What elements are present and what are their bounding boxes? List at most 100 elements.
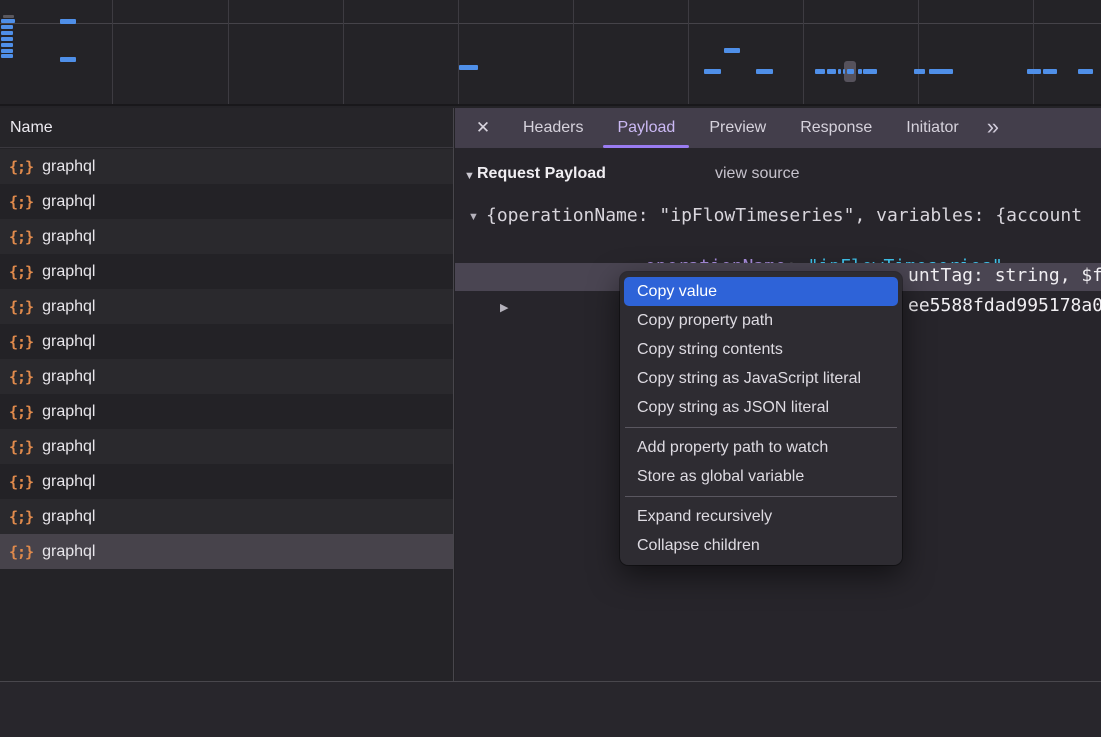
overview-request-bar	[929, 69, 953, 74]
overview-request-bar	[1, 25, 13, 29]
collapsed-triangle-icon[interactable]: ▶	[500, 301, 508, 314]
tab-preview[interactable]: Preview	[709, 108, 766, 148]
menu-separator	[625, 427, 897, 428]
fetch-json-icon: {;}	[9, 473, 33, 491]
overview-request-bar	[60, 57, 76, 62]
overview-request-bar	[60, 19, 76, 24]
menu-item-copy-property-path[interactable]: Copy property path	[624, 306, 898, 335]
request-name: graphql	[42, 228, 95, 246]
menu-item-copy-value[interactable]: Copy value	[624, 277, 898, 306]
request-row[interactable]: {;} graphql	[0, 149, 453, 184]
menu-item-copy-string-as-json-literal[interactable]: Copy string as JSON literal	[624, 393, 898, 422]
menu-item-collapse-children[interactable]: Collapse children	[624, 531, 898, 560]
request-name: graphql	[42, 368, 95, 386]
request-name: graphql	[42, 508, 95, 526]
menu-item-store-as-global-variable[interactable]: Store as global variable	[624, 462, 898, 491]
overview-vertical-gridline	[228, 0, 229, 104]
tree-row-root[interactable]: ▼ {operationName: "ipFlowTimeseries", va…	[455, 202, 1101, 232]
overview-vertical-gridline	[918, 0, 919, 104]
context-menu: Copy valueCopy property pathCopy string …	[620, 272, 902, 565]
overview-request-bar	[1, 49, 13, 53]
fetch-json-icon: {;}	[9, 158, 33, 176]
request-name: graphql	[42, 543, 95, 561]
request-row[interactable]: {;}graphql	[0, 324, 453, 359]
overview-horizontal-gridline	[0, 23, 1101, 24]
overview-request-bar	[1043, 69, 1057, 74]
request-row[interactable]: {;} graphql	[0, 464, 453, 499]
detail-tab-bar: ✕ Headers Payload Preview Response Initiator…	[455, 108, 1101, 148]
overview-vertical-gridline	[688, 0, 689, 104]
menu-item-copy-string-contents[interactable]: Copy string contents	[624, 335, 898, 364]
overview-request-bar	[843, 69, 845, 74]
overview-vertical-gridline	[112, 0, 113, 104]
request-name: graphql	[42, 263, 95, 281]
request-row[interactable]: {;} graphql	[0, 429, 453, 464]
request-row[interactable]: {;}graphql	[0, 219, 453, 254]
view-source-link[interactable]: view source	[715, 165, 799, 183]
request-name: graphql	[42, 438, 95, 456]
overview-request-bar	[1078, 69, 1093, 74]
overview-request-bar	[1027, 69, 1041, 74]
root-object-preview: {operationName: "ipFlowTimeseries", vari…	[486, 205, 1082, 226]
request-list: {;} graphql {;} graphql {;} graphql {;} graphql…	[0, 149, 453, 737]
request-row[interactable]: {;} graphql	[0, 289, 453, 324]
overview-request-bar	[724, 48, 740, 53]
more-tabs-chevron-icon[interactable]: »	[987, 116, 999, 141]
request-row[interactable]: {;} graphql	[0, 394, 453, 429]
request-name: graphql	[42, 158, 95, 176]
fetch-json-icon: {;}	[9, 298, 33, 316]
variables-preview-right-fragment: ee5588fdad995178a0	[908, 295, 1101, 316]
overview-request-bar	[1, 31, 13, 35]
request-payload-title: Request Payload	[477, 165, 606, 183]
screenshot: Name {;}graphql{;}graphql{;}graphql{;}gr…	[0, 0, 1110, 740]
tab-initiator[interactable]: Initiator	[906, 108, 958, 148]
fetch-json-icon: {;}	[9, 508, 33, 526]
name-column-label: Name	[10, 119, 53, 137]
network-overview-timeline[interactable]	[0, 0, 1101, 106]
request-row[interactable]: {;} graphql	[0, 359, 453, 394]
fetch-json-icon: {;}	[9, 263, 33, 281]
request-name: graphql	[42, 473, 95, 491]
fetch-json-icon: {;}	[9, 368, 33, 386]
overview-request-bar	[1, 54, 13, 58]
overview-request-bar	[815, 69, 825, 74]
overview-request-bar	[1, 19, 15, 23]
overview-request-bar	[847, 69, 854, 74]
tab-response[interactable]: Response	[800, 108, 872, 148]
section-collapse-triangle-icon[interactable]: ▼	[464, 170, 475, 182]
summary-bar	[0, 681, 1101, 737]
name-column-header[interactable]: Name	[0, 108, 453, 148]
menu-item-copy-string-as-javascript-literal[interactable]: Copy string as JavaScript literal	[624, 364, 898, 393]
overview-request-bar	[1, 37, 13, 41]
overview-vertical-gridline	[458, 0, 459, 104]
expand-triangle-icon[interactable]: ▼	[468, 211, 479, 223]
overview-request-bar	[827, 69, 836, 74]
request-name: graphql	[42, 403, 95, 421]
request-row[interactable]: {;} graphql	[0, 499, 453, 534]
devtools-network-panel: Name {;}graphql{;}graphql{;}graphql{;}gr…	[0, 0, 1101, 737]
property-string-value-right-fragment: untTag: string, $f	[908, 265, 1101, 286]
menu-item-add-property-path-to-watch[interactable]: Add property path to watch	[624, 433, 898, 462]
overview-request-bar	[1, 43, 13, 47]
menu-item-expand-recursively[interactable]: Expand recursively	[624, 502, 898, 531]
request-payload-section-header: ▼ Request Payload view source	[455, 165, 1101, 189]
fetch-json-icon: {;}	[9, 543, 33, 561]
request-row[interactable]: {;} graphql	[0, 184, 453, 219]
request-row[interactable]: {;} graphql	[0, 534, 453, 569]
overview-vertical-gridline	[1033, 0, 1034, 104]
menu-separator	[625, 496, 897, 497]
overview-request-bar	[863, 69, 877, 74]
tab-strip: Headers Payload Preview Response Initiator	[523, 108, 993, 148]
request-name: graphql	[42, 298, 95, 316]
overview-vertical-gridline	[573, 0, 574, 104]
fetch-json-icon: {;}	[9, 403, 33, 421]
fetch-json-icon: {;}	[9, 193, 33, 211]
tab-payload[interactable]: Payload	[617, 108, 675, 148]
overview-request-bar	[756, 69, 773, 74]
fetch-json-icon: {;}	[9, 438, 33, 456]
request-row[interactable]: {;} graphql	[0, 254, 453, 289]
close-icon[interactable]: ✕	[471, 118, 495, 138]
request-name: graphql	[42, 193, 95, 211]
tree-row-operation-name[interactable]: operationName: "ipFlowTimeseries"	[455, 232, 1101, 262]
tab-headers[interactable]: Headers	[523, 108, 583, 148]
